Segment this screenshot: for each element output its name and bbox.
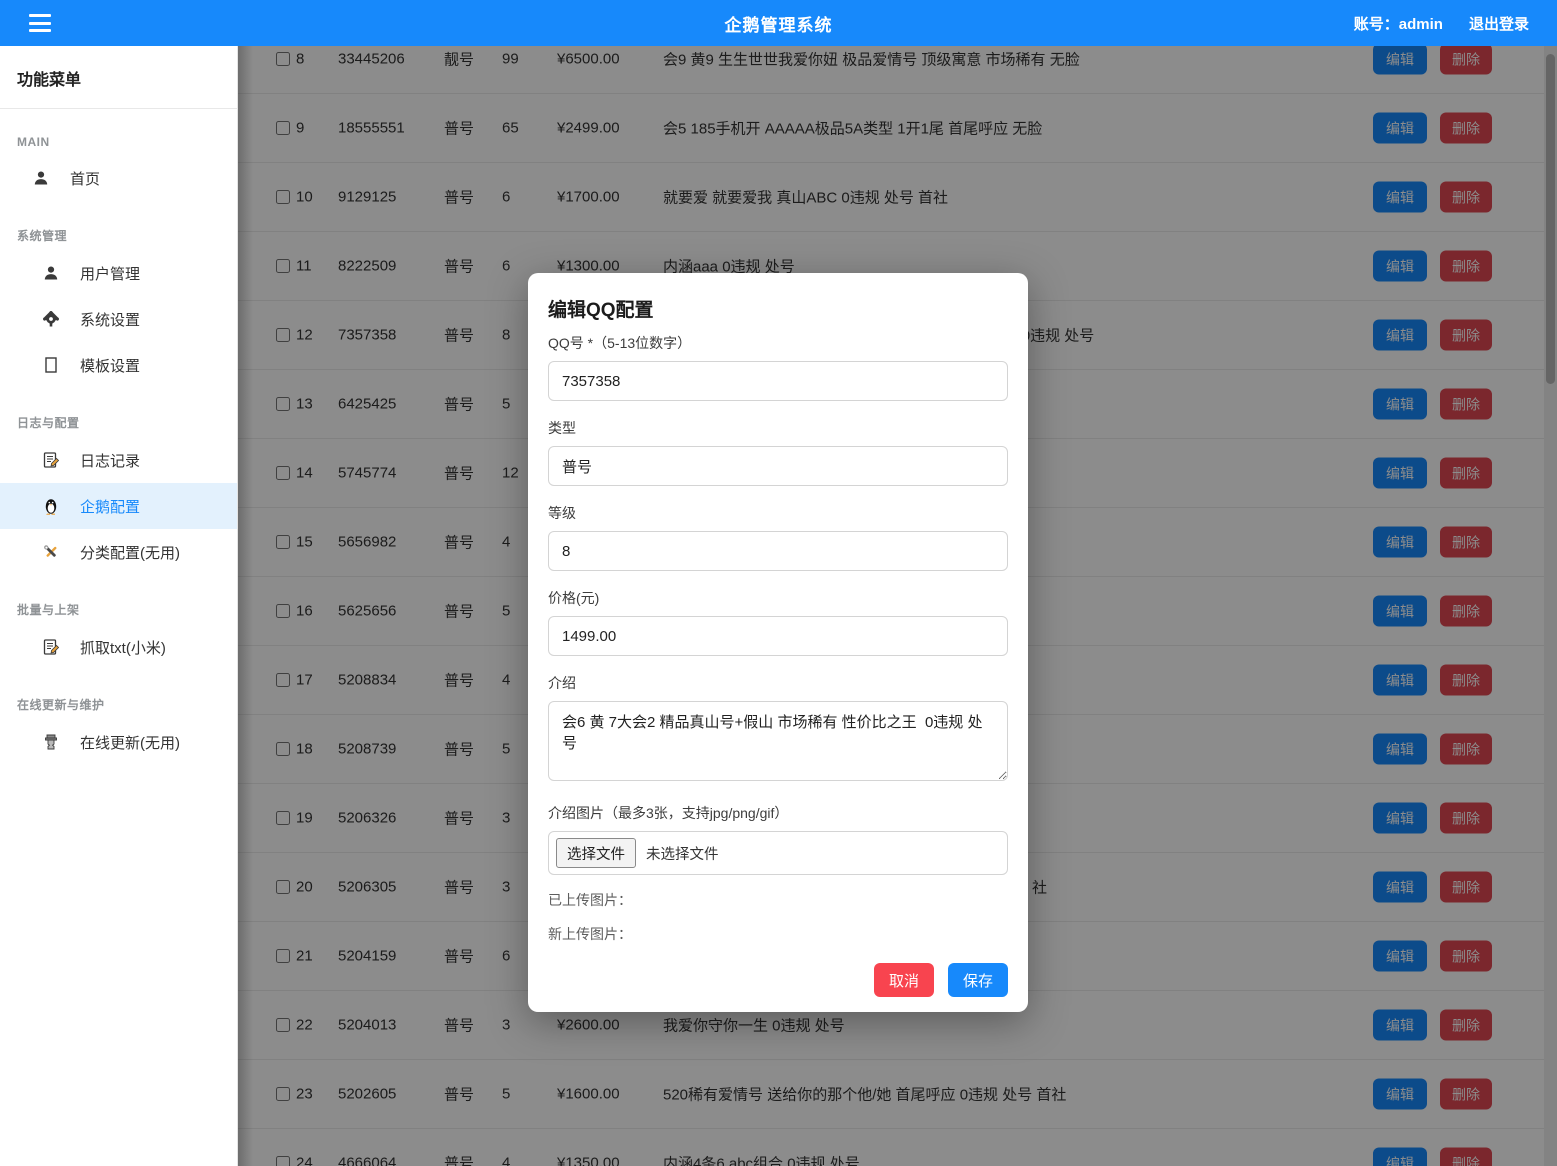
sidebar-item-logs[interactable]: 日志记录 bbox=[0, 437, 237, 483]
level-label: 等级 bbox=[548, 503, 1008, 523]
sidebar-item-label: 分类配置(无用) bbox=[80, 542, 180, 563]
memo-icon bbox=[42, 451, 60, 469]
sidebar-item-grab-txt[interactable]: 抓取txt(小米) bbox=[0, 624, 237, 670]
sidebar-item-label: 日志记录 bbox=[80, 450, 140, 471]
sidebar-item-online-update[interactable]: 在线更新(无用) bbox=[0, 719, 237, 765]
sidebar-item-label: 用户管理 bbox=[80, 263, 140, 284]
sidebar-item-label: 系统设置 bbox=[80, 309, 140, 330]
tools-icon bbox=[42, 543, 60, 561]
sidebar-item-label: 首页 bbox=[70, 168, 100, 189]
qq-number-input[interactable] bbox=[548, 361, 1008, 401]
edit-qq-modal: 编辑QQ配置 QQ号 *（5-13位数字） 类型 等级 价格(元) 介绍 会6 … bbox=[528, 273, 1028, 1012]
type-label: 类型 bbox=[548, 418, 1008, 438]
bolt-icon bbox=[42, 733, 60, 751]
cancel-button[interactable]: 取消 bbox=[874, 963, 934, 997]
price-input[interactable] bbox=[548, 616, 1008, 656]
user-icon bbox=[32, 169, 50, 187]
sidebar-item-label: 在线更新(无用) bbox=[80, 732, 180, 753]
sidebar-item-label: 模板设置 bbox=[80, 355, 140, 376]
penguin-icon bbox=[42, 497, 60, 515]
section-label-batch: 批量与上架 bbox=[0, 575, 237, 624]
app-title: 企鹅管理系统 bbox=[0, 11, 1557, 36]
sidebar-item-users[interactable]: 用户管理 bbox=[0, 250, 237, 296]
logout-button[interactable]: 退出登录 bbox=[1469, 13, 1529, 34]
images-label: 介绍图片（最多3张，支持jpg/png/gif） bbox=[548, 803, 1008, 823]
file-status-text: 未选择文件 bbox=[646, 843, 719, 864]
sidebar: 功能菜单 MAIN 首页 系统管理 用户管理 系统设置 模板设置 日志与配置 bbox=[0, 46, 238, 1166]
sidebar-item-penguin-config[interactable]: 企鹅配置 bbox=[0, 483, 237, 529]
sidebar-item-category-config[interactable]: 分类配置(无用) bbox=[0, 529, 237, 575]
sidebar-item-home[interactable]: 首页 bbox=[0, 155, 237, 201]
section-label-main: MAIN bbox=[0, 109, 237, 155]
user-icon bbox=[42, 264, 60, 282]
file-input[interactable]: 选择文件 未选择文件 bbox=[548, 831, 1008, 875]
section-label-system: 系统管理 bbox=[0, 201, 237, 250]
save-button[interactable]: 保存 bbox=[948, 963, 1008, 997]
level-input[interactable] bbox=[548, 531, 1008, 571]
intro-label: 介绍 bbox=[548, 673, 1008, 693]
account-label: 账号：admin bbox=[1354, 13, 1443, 34]
new-images-label: 新上传图片： bbox=[548, 924, 1008, 944]
type-input[interactable] bbox=[548, 446, 1008, 486]
section-label-update: 在线更新与维护 bbox=[0, 670, 237, 719]
sidebar-item-label: 抓取txt(小米) bbox=[80, 637, 166, 658]
section-label-logs: 日志与配置 bbox=[0, 388, 237, 437]
memo-icon bbox=[42, 638, 60, 656]
sidebar-item-settings[interactable]: 系统设置 bbox=[0, 296, 237, 342]
gear-icon bbox=[42, 310, 60, 328]
uploaded-images-label: 已上传图片： bbox=[548, 890, 1008, 910]
template-icon bbox=[42, 356, 60, 374]
app-header: 企鹅管理系统 账号：admin 退出登录 bbox=[0, 0, 1557, 46]
choose-file-button[interactable]: 选择文件 bbox=[556, 838, 636, 868]
sidebar-item-template[interactable]: 模板设置 bbox=[0, 342, 237, 388]
sidebar-item-label: 企鹅配置 bbox=[80, 496, 140, 517]
sidebar-title: 功能菜单 bbox=[0, 46, 237, 108]
qq-number-label: QQ号 *（5-13位数字） bbox=[548, 333, 1008, 353]
intro-textarea[interactable]: 会6 黄 7大会2 精品真山号+假山 市场稀有 性价比之王 0违规 处号 bbox=[548, 701, 1008, 781]
modal-title: 编辑QQ配置 bbox=[548, 295, 1008, 322]
sidebar-shadow bbox=[238, 46, 253, 1166]
price-label: 价格(元) bbox=[548, 588, 1008, 608]
